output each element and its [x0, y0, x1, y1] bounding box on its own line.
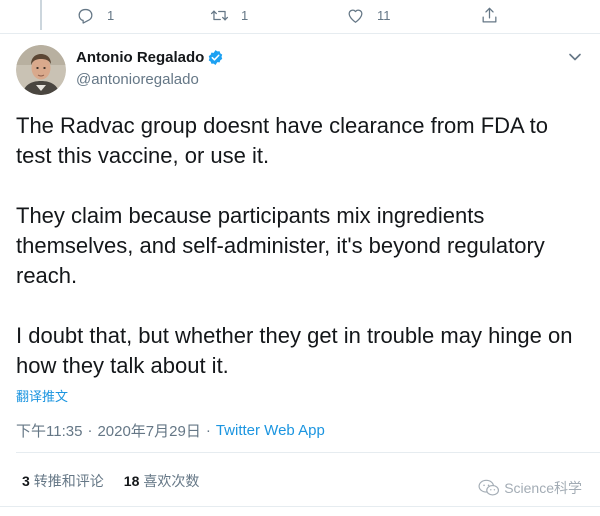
retweet-icon	[210, 10, 229, 21]
like-button[interactable]: 11	[346, 6, 391, 25]
likes-count: 18	[123, 473, 140, 489]
reply-icon	[78, 8, 93, 24]
reply-count: 1	[107, 8, 115, 23]
heart-icon	[348, 9, 363, 23]
meta-separator: ·	[87, 422, 93, 439]
likes-label: 喜欢次数	[143, 473, 200, 489]
tweet-paragraph: They claim because participants mix ingr…	[16, 203, 545, 288]
tweet-time[interactable]: 下午11:35	[16, 420, 82, 441]
retweet-button[interactable]: 1	[210, 6, 248, 25]
tweet-stats: 3 转推和评论 18 喜欢次数	[22, 471, 219, 491]
thread-connector-line	[40, 0, 42, 30]
watermark-text: Science科学	[504, 480, 582, 496]
retweets-stat[interactable]: 3 转推和评论	[22, 471, 104, 491]
tweet-metadata: 下午11:35 · 2020年7月29日 · Twitter Web App	[16, 420, 325, 441]
divider	[16, 452, 600, 453]
author-handle[interactable]: @antonioregalado	[76, 71, 224, 88]
wechat-icon	[478, 479, 500, 496]
previous-tweet-action-bar: 1 1 11	[72, 0, 512, 34]
share-icon	[482, 7, 497, 23]
watermark: Science科学	[478, 478, 582, 498]
tweet-text: The Radvac group doesnt have clearance f…	[16, 111, 586, 381]
retweets-label: 转推和评论	[33, 473, 104, 489]
likes-stat[interactable]: 18 喜欢次数	[124, 471, 200, 491]
like-count: 11	[377, 8, 391, 23]
divider	[0, 506, 600, 507]
author-block[interactable]: Antonio Regalado @antonioregalado	[76, 49, 224, 88]
share-button[interactable]	[480, 6, 499, 25]
avatar[interactable]	[16, 45, 66, 95]
tweet-date[interactable]: 2020年7月29日	[97, 420, 200, 441]
translate-tweet-link[interactable]: 翻译推文	[16, 386, 68, 405]
tweet-paragraph: I doubt that, but whether they get in tr…	[16, 323, 573, 378]
tweet-paragraph: The Radvac group doesnt have clearance f…	[16, 113, 548, 168]
retweets-count: 3	[22, 473, 30, 489]
verified-badge-icon	[207, 49, 224, 66]
chevron-down-icon[interactable]	[568, 52, 582, 62]
meta-separator: ·	[205, 422, 211, 439]
retweet-count: 1	[241, 8, 249, 23]
author-name[interactable]: Antonio Regalado	[76, 49, 204, 66]
divider	[0, 33, 600, 34]
avatar-image	[16, 45, 66, 95]
tweet-source-link[interactable]: Twitter Web App	[216, 422, 325, 439]
reply-button[interactable]: 1	[76, 6, 114, 25]
